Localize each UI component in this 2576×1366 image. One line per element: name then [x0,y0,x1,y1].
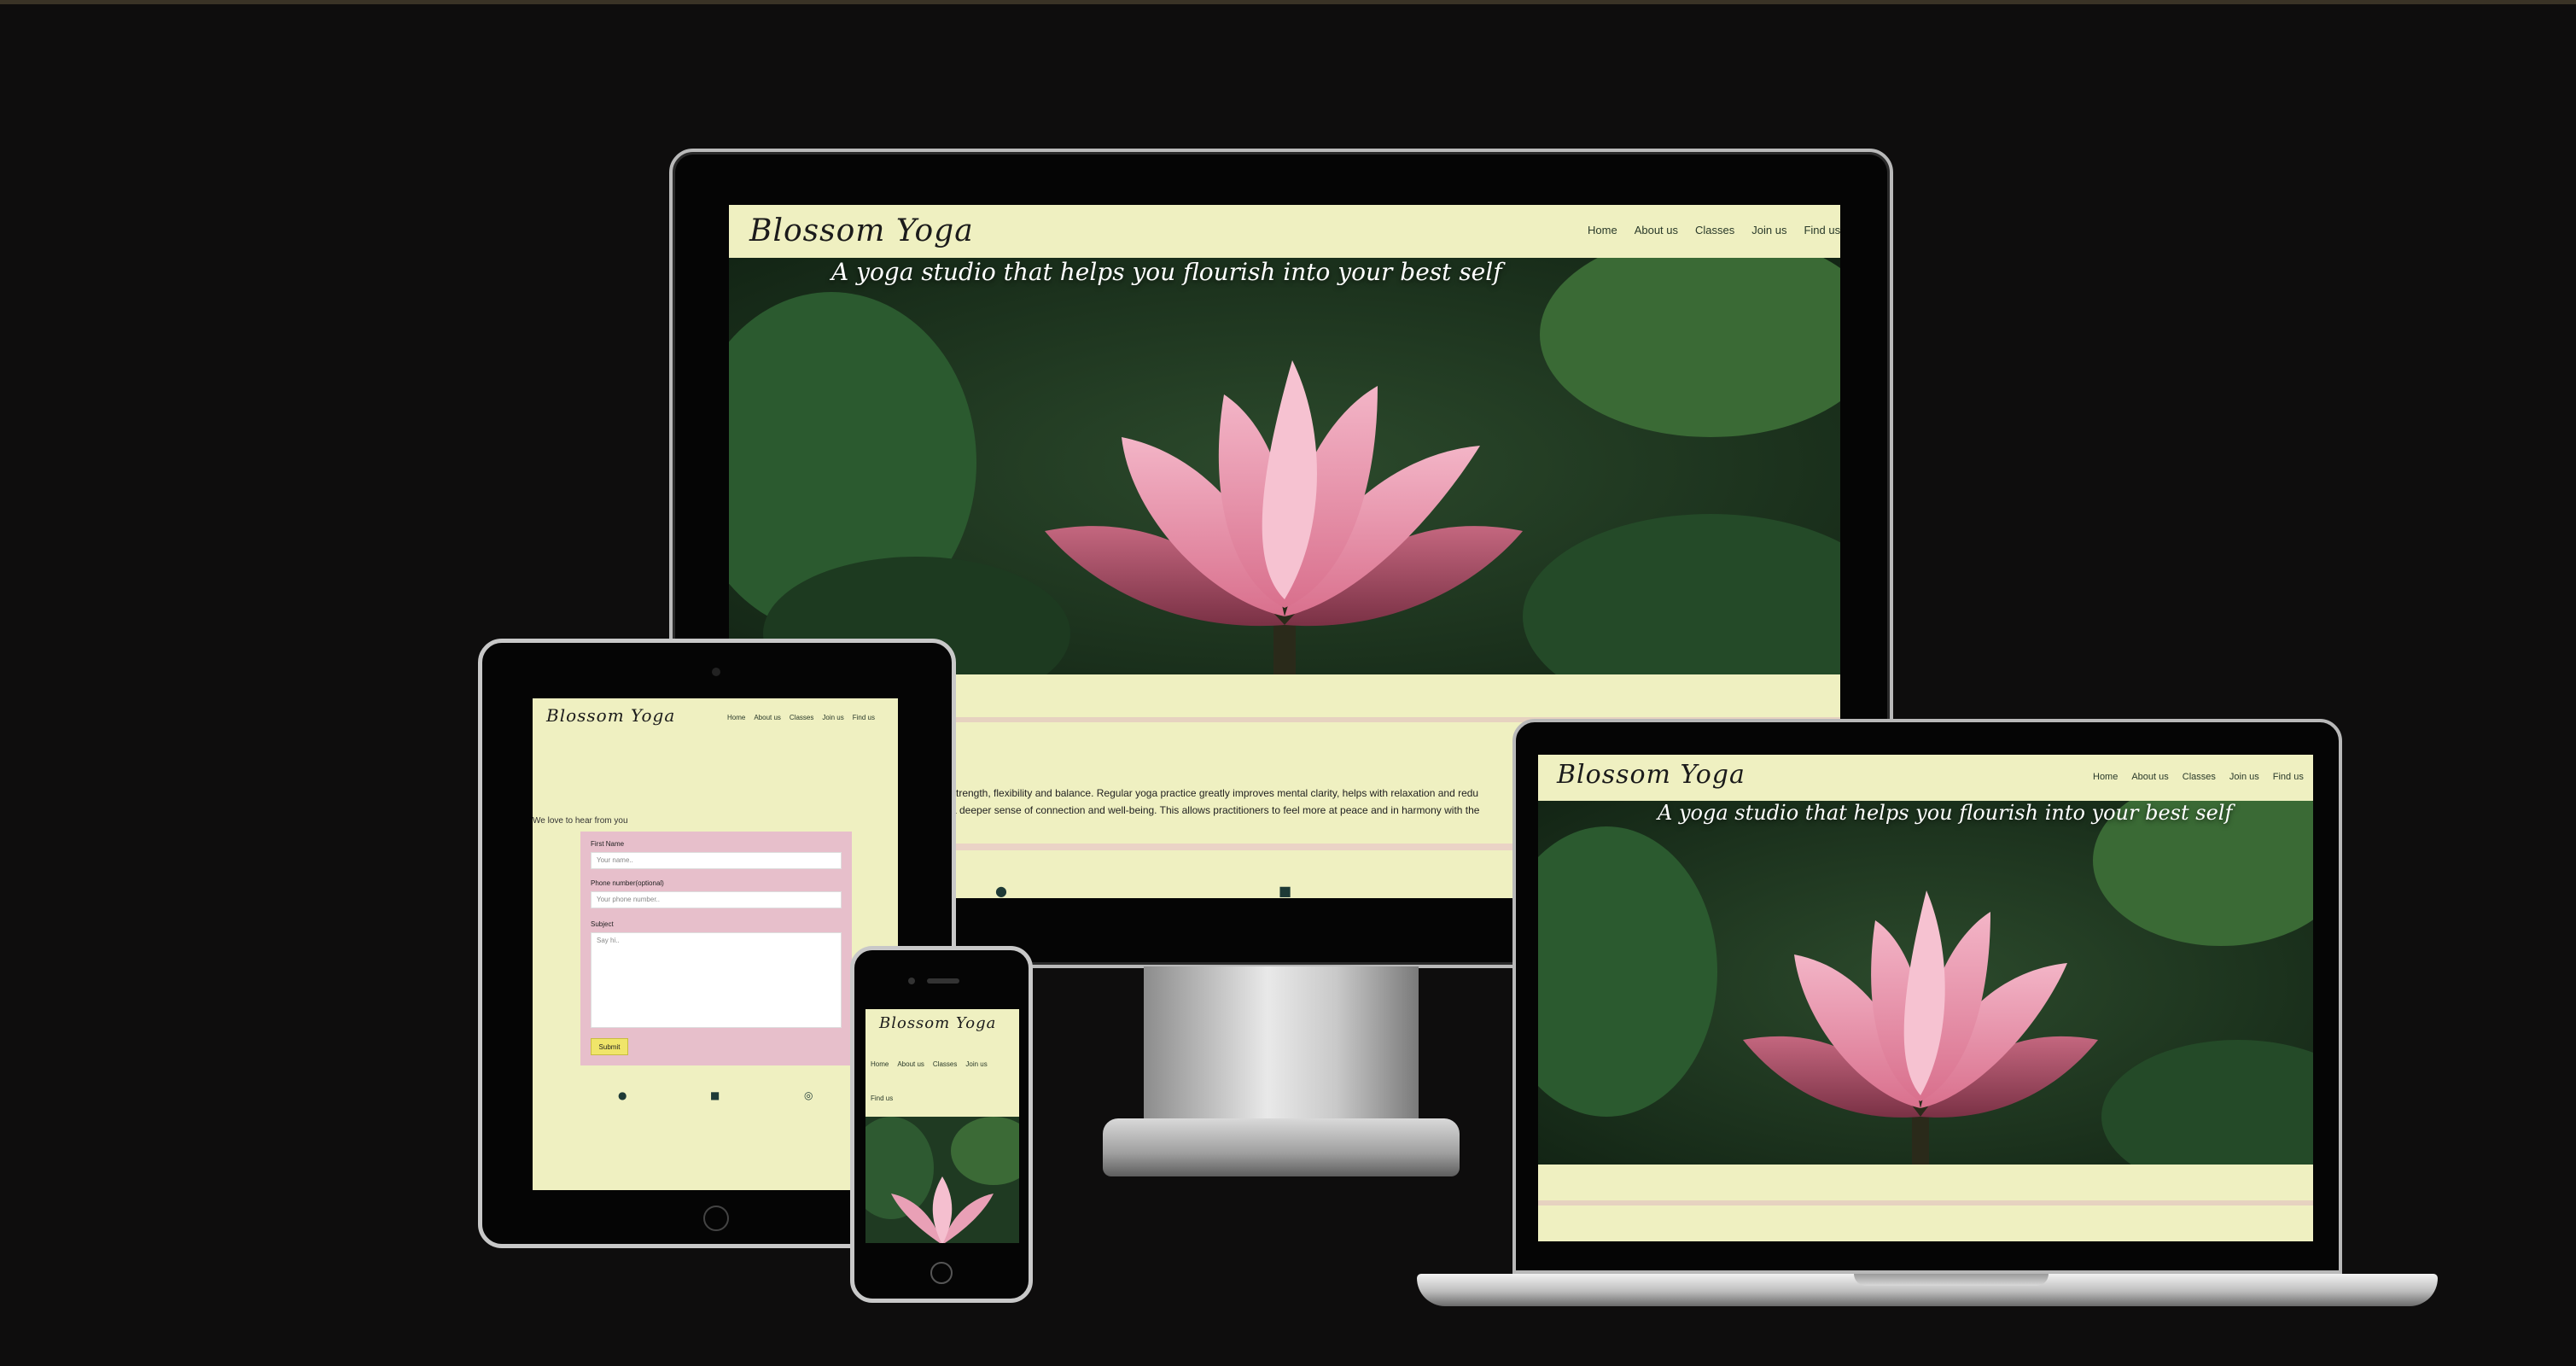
twitter-square-icon[interactable]: ■ [710,1089,720,1101]
nav-home[interactable]: Home [1588,224,1617,236]
hero-lotus-image [1538,801,2313,1165]
instagram-icon[interactable]: ◎ [804,1089,813,1101]
facebook-icon[interactable]: ● [995,883,1007,898]
monitor-stand-base [1103,1118,1460,1176]
nav-find-us[interactable]: Find us [2273,772,2304,782]
top-border [0,0,2576,4]
brand-logo[interactable]: Blossom Yoga [1557,760,1746,790]
phone-home-button[interactable] [930,1262,953,1284]
nav-find-us[interactable]: Find us [1804,224,1840,236]
laptop-notch [1854,1274,2049,1286]
phone-label: Phone number(optional) [591,879,664,887]
hero-tagline: A yoga studio that helps you flourish in… [1658,801,2233,825]
contact-form: First Name Your name.. Phone number(opti… [580,832,852,1065]
nav-join-us[interactable]: Join us [2229,772,2259,782]
laptop-nav: Home About us Classes Join us Find us [2093,772,2304,782]
nav-classes[interactable]: Classes [933,1060,957,1068]
lotus-illustration [865,1117,1019,1243]
twitter-square-icon[interactable]: ■ [1279,883,1291,898]
nav-join-us[interactable]: Join us [965,1060,987,1068]
monitor-stand-neck [1144,966,1419,1134]
nav-home[interactable]: Home [871,1060,889,1068]
brand-logo[interactable]: Blossom Yoga [546,705,675,726]
nav-about-us[interactable]: About us [754,714,781,721]
nav-find-us[interactable]: Find us [853,714,875,721]
phone-site-screen: Blossom Yoga Home About us Classes Join … [865,1009,1019,1243]
laptop-site-screen: Blossom Yoga Home About us Classes Join … [1538,755,2313,1241]
intro-text-line-2: a deeper sense of connection and well-be… [951,804,1480,816]
contact-heading: We love to hear from you [533,816,628,826]
subject-textarea[interactable]: Say hi.. [591,932,842,1028]
intro-divider [1538,1200,2313,1205]
hero-lotus-image [729,258,1840,674]
brand-logo[interactable]: Blossom Yoga [879,1014,996,1032]
nav-about-us[interactable]: About us [1635,224,1678,236]
submit-button[interactable]: Submit [591,1038,628,1055]
nav-home[interactable]: Home [2093,772,2118,782]
hero-tagline: A yoga studio that helps you flourish in… [831,258,1502,286]
lotus-illustration [1538,801,2313,1165]
first-name-label: First Name [591,840,625,848]
nav-about-us[interactable]: About us [2131,772,2168,782]
phone-nav: Home About us Classes Join us [871,1060,988,1068]
nav-classes[interactable]: Classes [2183,772,2216,782]
intro-text-line-1: strength, flexibility and balance. Regul… [951,787,1479,799]
nav-find-us[interactable]: Find us [871,1095,893,1102]
tablet-nav: Home About us Classes Join us Find us [727,714,875,721]
phone-input[interactable]: Your phone number.. [591,891,842,908]
brand-logo[interactable]: Blossom Yoga [749,213,974,248]
phone-speaker [927,978,959,984]
nav-about-us[interactable]: About us [897,1060,924,1068]
subject-label: Subject [591,920,614,928]
desktop-nav: Home About us Classes Join us Find us [1588,224,1840,236]
lotus-illustration [729,258,1840,674]
nav-home[interactable]: Home [727,714,745,721]
nav-classes[interactable]: Classes [790,714,813,721]
tablet-home-button[interactable] [703,1205,729,1231]
first-name-input[interactable]: Your name.. [591,852,842,869]
tablet-camera [712,668,720,676]
nav-join-us[interactable]: Join us [1751,224,1786,236]
hero-lotus-image [865,1117,1019,1243]
nav-join-us[interactable]: Join us [822,714,843,721]
phone-camera [908,978,915,984]
nav-classes[interactable]: Classes [1695,224,1734,236]
facebook-icon[interactable]: ● [618,1089,627,1101]
